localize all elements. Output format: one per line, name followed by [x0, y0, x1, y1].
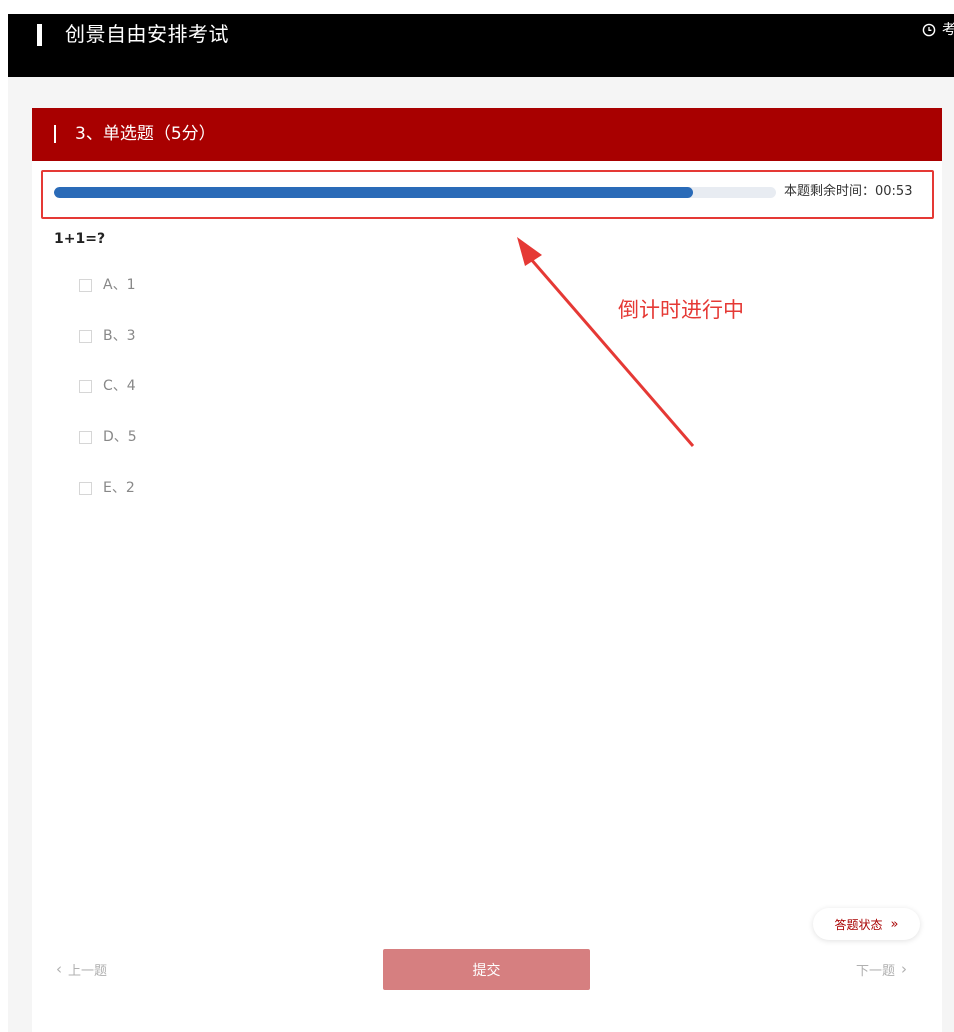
exam-title: 创景自由安排考试	[65, 22, 229, 46]
question-header: 3、单选题（5分）	[32, 108, 942, 161]
clock-icon	[922, 23, 936, 37]
exam-timer-label: 考	[942, 22, 954, 38]
timer-progress-fill	[54, 187, 693, 198]
next-question-button[interactable]: 下一题 ›	[856, 959, 907, 979]
option-checkbox[interactable]	[79, 379, 92, 393]
chevron-left-icon: ‹	[56, 960, 62, 978]
option-b[interactable]: B、3	[79, 326, 136, 346]
option-label: A、1	[103, 277, 136, 293]
option-d[interactable]: D、5	[79, 427, 137, 447]
option-c[interactable]: C、4	[79, 376, 136, 396]
question-type-title: 3、单选题（5分）	[75, 124, 216, 144]
app-header: 创景自由安排考试 考	[8, 14, 954, 77]
option-label: C、4	[103, 378, 136, 394]
option-e[interactable]: E、2	[79, 478, 135, 498]
answer-status-button[interactable]: 答题状态 »	[813, 908, 920, 940]
previous-question-button[interactable]: ‹ 上一题	[56, 959, 107, 979]
option-checkbox[interactable]	[79, 430, 92, 444]
header-accent-bar	[37, 24, 42, 46]
option-checkbox[interactable]	[79, 481, 92, 495]
option-label: D、5	[103, 429, 137, 445]
option-label: B、3	[103, 328, 136, 344]
option-a[interactable]: A、1	[79, 275, 135, 295]
option-checkbox[interactable]	[79, 329, 92, 343]
option-checkbox[interactable]	[79, 278, 92, 292]
option-label: E、2	[103, 480, 135, 496]
timer-progress-track	[54, 187, 776, 198]
double-chevron-right-icon: »	[890, 916, 899, 932]
question-header-accent	[54, 125, 56, 143]
answer-status-label: 答题状态	[834, 917, 883, 932]
question-card: 3、单选题（5分） 本题剩余时间：00:53 1+1=? A、1 B、3 C、4…	[32, 108, 942, 1032]
previous-question-label: 上一题	[68, 963, 108, 979]
submit-button[interactable]: 提交	[383, 949, 590, 990]
question-text: 1+1=?	[54, 231, 106, 247]
chevron-right-icon: ›	[901, 960, 908, 978]
annotation-label: 倒计时进行中	[618, 298, 744, 322]
next-question-label: 下一题	[856, 963, 896, 979]
question-timer: 本题剩余时间：00:53	[41, 170, 934, 219]
top-strip	[0, 0, 954, 14]
remaining-time-text: 本题剩余时间：00:53	[784, 184, 913, 199]
